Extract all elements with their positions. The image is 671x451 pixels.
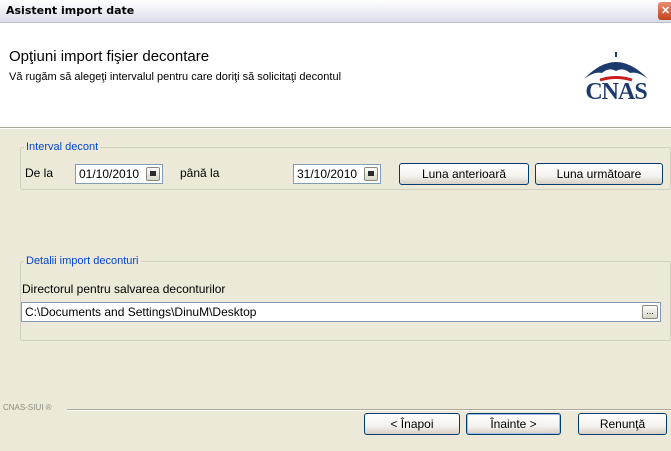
interval-legend: Interval decont xyxy=(26,141,99,153)
umbrella-icon xyxy=(584,52,648,82)
close-icon: ✕ xyxy=(661,5,671,17)
cancel-button[interactable]: Renunţă xyxy=(578,413,667,435)
previous-month-button[interactable]: Luna anterioară xyxy=(399,163,529,185)
logo-text: CNAS xyxy=(585,79,647,105)
footer-brand: CNAS-SIUI ® xyxy=(3,403,52,412)
next-month-button[interactable]: Luna următoare xyxy=(535,163,663,185)
directory-value: C:\Documents and Settings\DinuM\Desktop xyxy=(25,305,257,319)
title-bar: Asistent import date ✕ xyxy=(0,0,671,23)
to-date-field[interactable]: 31/10/2010 xyxy=(293,164,381,184)
import-details-legend: Detalii import deconturi xyxy=(26,255,139,267)
footer-separator xyxy=(67,409,671,411)
back-button[interactable]: < Înapoi xyxy=(364,413,460,435)
page-subtitle: Vă rugăm să alegeţi intervalul pentru ca… xyxy=(9,71,342,83)
page-title: Opţiuni import fişier decontare xyxy=(9,48,210,65)
to-label: până la xyxy=(180,166,220,180)
import-details-group: Detalii import deconturi xyxy=(20,255,671,341)
calendar-icon[interactable] xyxy=(364,167,378,181)
cnas-logo: CNAS xyxy=(578,49,654,105)
browse-button[interactable]: ... xyxy=(642,305,658,319)
from-date-field[interactable]: 01/10/2010 xyxy=(75,164,163,184)
from-label: De la xyxy=(25,166,54,180)
from-date-value: 01/10/2010 xyxy=(79,167,140,181)
window-title: Asistent import date xyxy=(6,4,135,17)
directory-field[interactable]: C:\Documents and Settings\DinuM\Desktop xyxy=(21,302,661,322)
close-button[interactable]: ✕ xyxy=(658,2,671,20)
directory-label: Directorul pentru salvarea deconturilor xyxy=(22,282,226,296)
header-separator xyxy=(0,127,671,129)
wizard-header: Opţiuni import fişier decontare Vă rugăm… xyxy=(0,23,671,127)
calendar-icon[interactable] xyxy=(146,167,160,181)
next-button[interactable]: Înainte > xyxy=(466,413,561,435)
to-date-value: 31/10/2010 xyxy=(297,167,358,181)
